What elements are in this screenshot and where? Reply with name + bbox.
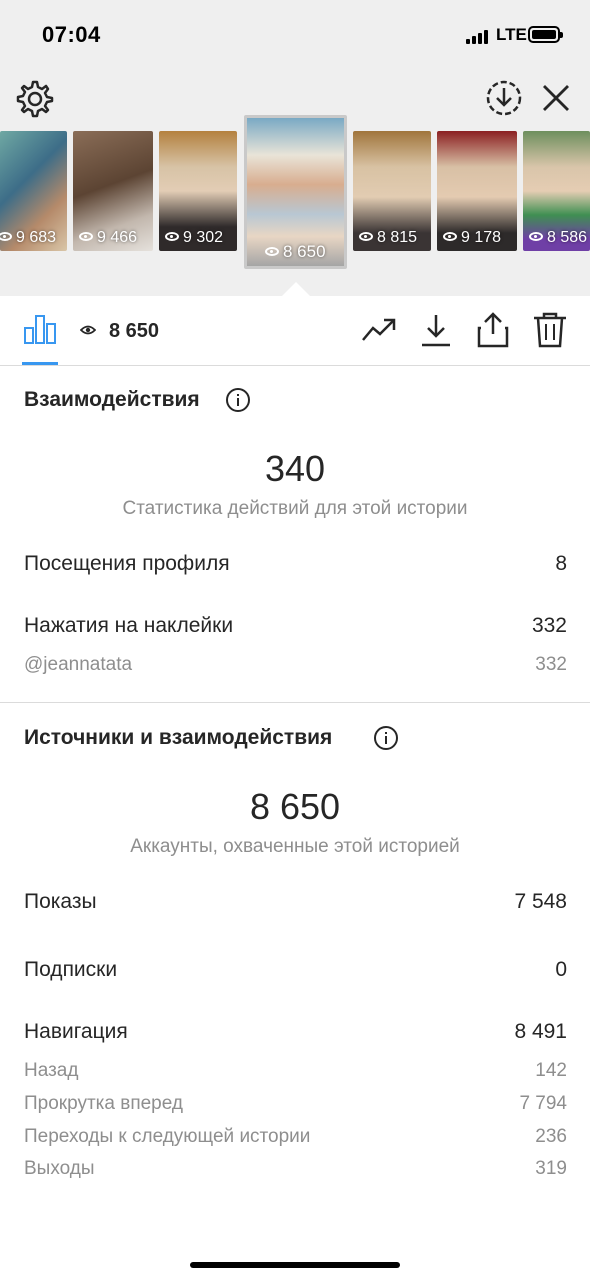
row-label: Посещения профиля [24,552,230,575]
impressions-row: Показы 7 548 [24,890,567,920]
trash-icon[interactable] [532,312,568,348]
reach-caption: Аккаунты, охваченные этой историей [130,836,460,857]
close-icon[interactable] [538,78,574,118]
row-value: 236 [535,1126,567,1147]
row-label: Прокрутка вперед [24,1093,183,1114]
row-value: 8 [555,552,567,575]
story-thumbnail-selected[interactable]: 8 650 [244,115,347,269]
row-label: Назад [24,1060,79,1081]
story-thumbnail[interactable]: 9 178 [437,131,517,251]
row-value: 142 [535,1060,567,1081]
next-story-row: Переходы к следующей истории 236 [24,1126,567,1156]
navigation-row: Навигация 8 491 [24,1020,567,1050]
profile-visits-row: Посещения профиля 8 [24,552,567,582]
eye-icon [359,232,373,241]
story-views: 8 586 [547,229,588,246]
interactions-title: Взаимодействия [24,388,200,411]
row-value: 7 794 [519,1093,567,1114]
eye-icon [79,232,93,241]
story-thumbnail[interactable]: 8 815 [353,131,431,251]
download-icon[interactable] [418,312,454,348]
views-count: 8 650 [109,320,160,342]
sticker-taps-row: Нажатия на наклейки 332 [24,614,567,644]
signal-icon [466,28,494,44]
story-views: 8 650 [283,242,326,261]
story-views: 9 302 [183,229,224,246]
insights-toolbar: 8 650 [0,296,590,366]
eye-icon [165,232,179,241]
eye-icon [443,232,457,241]
reach-total: 8 650 [249,786,341,827]
story-thumbnail[interactable]: 9 466 [73,131,153,251]
story-views: 9 466 [97,229,138,246]
gear-icon[interactable] [14,78,54,118]
home-indicator[interactable] [190,1262,400,1268]
forward-row: Прокрутка вперед 7 794 [24,1093,567,1123]
row-label: Навигация [24,1020,128,1043]
trending-icon[interactable] [361,312,397,348]
back-row: Назад 142 [24,1060,567,1090]
row-label: Выходы [24,1158,95,1179]
eye-icon [0,232,12,241]
row-label: Переходы к следующей истории [24,1126,311,1147]
section-divider [0,702,590,703]
status-time: 07:04 [42,22,101,47]
row-value: 332 [531,614,567,637]
row-label: Показы [24,890,97,913]
row-label: Нажатия на наклейки [24,614,234,637]
bar-chart-icon[interactable] [24,314,56,344]
network-type: LTE [496,25,527,44]
row-value: 7 548 [514,890,567,913]
row-value: 332 [535,654,567,675]
story-views: 9 178 [461,229,502,246]
share-icon[interactable] [475,312,511,348]
sticker-handle-row: @jeannatata 332 [24,654,567,684]
interactions-total: 340 [264,448,326,489]
eye-icon [80,325,96,335]
story-header-area: 07:04 LTE 9 683 9 466 9 302 8 650 8 815 … [0,0,590,296]
discovery-title: Источники и взаимодействия [24,726,333,749]
row-value: 8 491 [514,1020,567,1043]
story-thumbnail[interactable]: 9 302 [159,131,237,251]
exits-row: Выходы 319 [24,1158,567,1188]
story-thumbnail[interactable]: 9 683 [0,131,67,251]
row-label: @jeannatata [24,654,133,675]
active-tab-indicator [22,362,58,365]
story-thumbnail[interactable]: 8 586 [523,131,590,251]
selection-pointer [282,282,310,296]
eye-icon [529,232,543,241]
download-circle-icon[interactable] [484,78,524,118]
info-icon[interactable] [226,388,250,412]
info-icon[interactable] [374,726,398,750]
row-value: 0 [555,958,567,981]
battery-icon [528,26,563,43]
story-views: 8 815 [377,229,418,246]
follows-row: Подписки 0 [24,958,567,988]
story-views: 9 683 [16,229,57,246]
row-label: Подписки [24,958,118,981]
story-strip: 9 683 9 466 9 302 8 650 8 815 9 178 8 58… [0,115,590,271]
row-value: 319 [535,1158,567,1179]
interactions-caption: Статистика действий для этой истории [122,498,468,519]
eye-icon [265,247,279,256]
